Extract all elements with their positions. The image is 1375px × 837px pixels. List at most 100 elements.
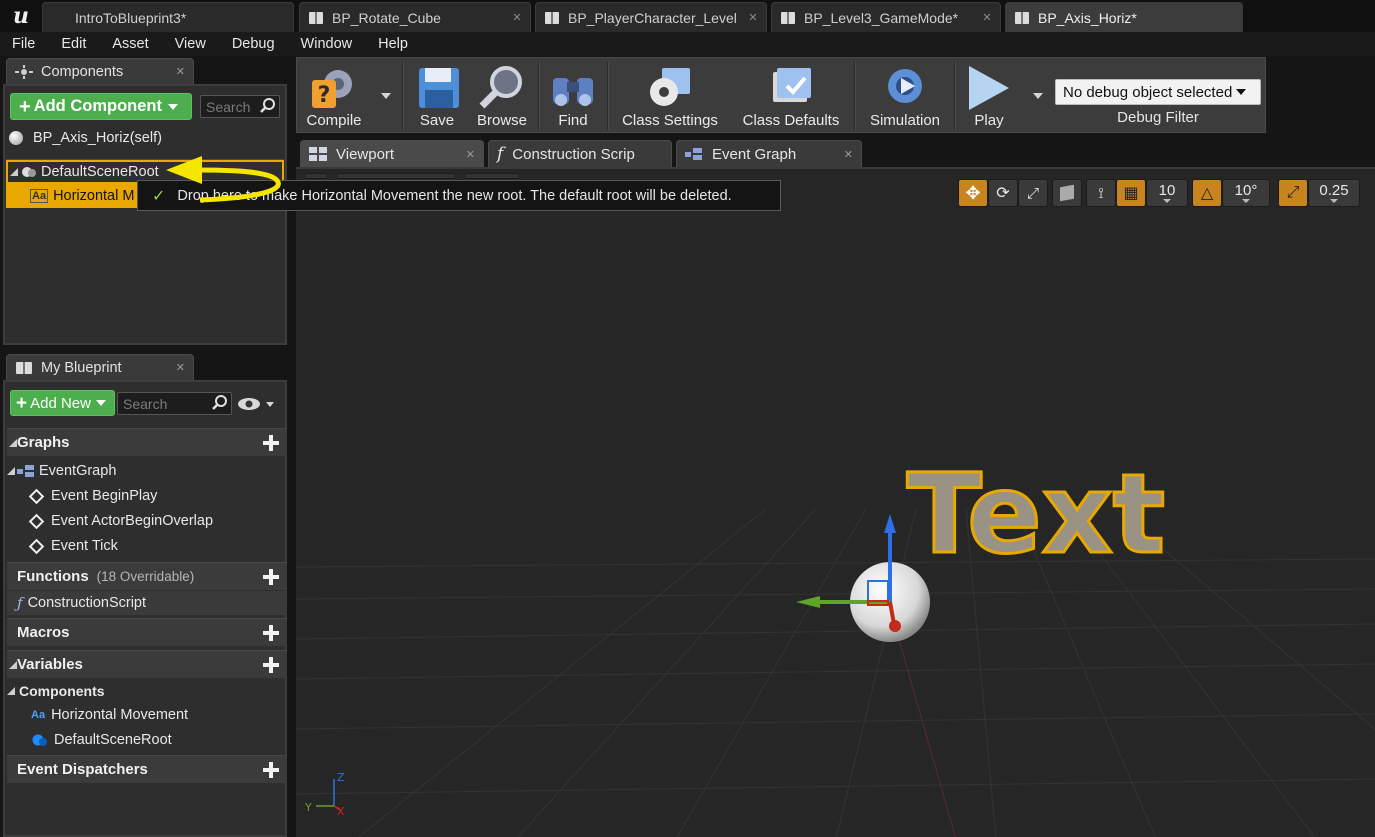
function-icon: ƒ: [17, 594, 23, 612]
scale-mode-button[interactable]: ⤢: [1018, 179, 1048, 207]
grid-snap-toggle[interactable]: ▦: [1116, 179, 1146, 207]
close-icon[interactable]: ✕: [744, 11, 762, 24]
menu-edit[interactable]: Edit: [48, 36, 99, 52]
grid-snap-value[interactable]: 10: [1146, 179, 1188, 207]
doc-tab-bp-level3-gamemode[interactable]: BP_Level3_GameMode* ✕: [771, 2, 1001, 32]
surface-snap-button[interactable]: ⟟: [1086, 179, 1116, 207]
close-icon[interactable]: ✕: [978, 11, 996, 24]
close-icon[interactable]: ✕: [176, 361, 185, 374]
blueprint-book-icon: [308, 11, 324, 25]
add-new-button[interactable]: + Add New: [10, 390, 115, 416]
tab-viewport[interactable]: Viewport ✕: [300, 140, 484, 167]
menu-asset[interactable]: Asset: [99, 36, 161, 52]
compile-options-chevron-icon[interactable]: [381, 93, 391, 99]
unreal-logo-icon[interactable]: u: [6, 2, 36, 30]
self-row[interactable]: BP_Axis_Horiz(self): [9, 126, 162, 150]
construction-script-row[interactable]: ƒ ConstructionScript: [7, 591, 287, 615]
text-render-icon: Aa: [30, 189, 49, 203]
menu-file[interactable]: File: [0, 36, 48, 52]
close-icon[interactable]: ✕: [508, 11, 526, 24]
find-label: Find: [558, 112, 588, 129]
tab-my-blueprint[interactable]: My Blueprint ✕: [6, 354, 194, 380]
event-dispatchers-label: Event Dispatchers: [17, 761, 148, 778]
close-icon[interactable]: ✕: [844, 148, 853, 161]
class-defaults-button[interactable]: Class Defaults: [735, 58, 847, 134]
add-graph-plus-icon[interactable]: [261, 433, 281, 453]
rotation-snap-value[interactable]: 10°: [1222, 179, 1270, 207]
menu-help[interactable]: Help: [365, 36, 421, 52]
variable-item[interactable]: DefaultSceneRoot: [31, 728, 172, 752]
debug-object-select[interactable]: No debug object selected: [1055, 79, 1261, 105]
event-dispatchers-section-header[interactable]: Event Dispatchers: [7, 755, 287, 783]
variables-section-header[interactable]: Variables: [7, 650, 287, 678]
tab-event-graph[interactable]: Event Graph ✕: [676, 140, 862, 167]
my-blueprint-search-input[interactable]: Search: [117, 392, 232, 415]
event-item[interactable]: Event BeginPlay: [28, 484, 157, 508]
components-search-input[interactable]: Search: [200, 95, 280, 118]
close-icon[interactable]: ✕: [466, 148, 475, 161]
compile-label: Compile: [306, 112, 362, 129]
macros-section-header[interactable]: Macros: [7, 618, 287, 646]
annotation-arrow-icon: [166, 156, 281, 203]
graphs-section-header[interactable]: Graphs: [7, 428, 287, 456]
simulation-button[interactable]: Simulation: [861, 58, 949, 134]
scale-snap-toggle[interactable]: ⤢: [1278, 179, 1308, 207]
tab-components[interactable]: Components ✕: [6, 58, 194, 84]
components-category-row[interactable]: Components: [7, 679, 105, 703]
compile-button[interactable]: ? Compile: [301, 58, 367, 134]
event-item[interactable]: Event ActorBeginOverlap: [28, 509, 213, 533]
scale-snap-value[interactable]: 0.25: [1308, 179, 1360, 207]
variable-item[interactable]: Aa Horizontal Movement: [31, 703, 188, 727]
simulation-gear-play-icon: [879, 64, 931, 112]
find-button[interactable]: Find: [543, 58, 603, 134]
play-button[interactable]: Play: [959, 58, 1019, 134]
class-defaults-checklist-icon: [765, 64, 817, 112]
add-macro-plus-icon[interactable]: [261, 623, 281, 643]
svg-text:?: ?: [318, 83, 331, 108]
rotate-mode-button[interactable]: ⟳: [988, 179, 1018, 207]
translate-mode-button[interactable]: ✥: [958, 179, 988, 207]
compile-gear-question-icon: ?: [308, 64, 360, 112]
doc-tab-introtoblueprint3[interactable]: IntroToBlueprint3*: [42, 2, 294, 32]
viewport-tab-label: Viewport: [336, 145, 395, 163]
doc-tab-label: IntroToBlueprint3*: [75, 9, 187, 26]
menu-window[interactable]: Window: [288, 36, 366, 52]
doc-tab-bp-rotate-cube[interactable]: BP_Rotate_Cube ✕: [299, 2, 531, 32]
scene-root-icon: [20, 165, 38, 179]
chevron-down-icon: [1163, 199, 1171, 203]
construction-tab-label: Construction Scrip: [512, 145, 635, 163]
viewport-perspective-button[interactable]: [336, 173, 456, 179]
viewport-canvas[interactable]: Text Z Y X ✥ ⟳ ⤢ ⟟ ▦ 10 △ 10° ⤢ 0.25: [296, 167, 1375, 837]
event-graph-row[interactable]: EventGraph: [7, 459, 116, 483]
add-component-button[interactable]: + Add Component: [10, 93, 192, 120]
save-button[interactable]: Save: [409, 58, 465, 134]
scale-snap-label: 0.25: [1319, 181, 1349, 199]
menu-view[interactable]: View: [162, 36, 219, 52]
close-icon[interactable]: ✕: [176, 65, 185, 78]
class-settings-gear-icon: [644, 64, 696, 112]
browse-button[interactable]: Browse: [469, 58, 535, 134]
collapse-arrow-icon: [9, 661, 17, 669]
viewport-options-button[interactable]: [304, 173, 328, 179]
event-diamond-icon: [28, 513, 45, 529]
doc-tab-bp-playercharacter[interactable]: BP_PlayerCharacter_Level ✕: [535, 2, 767, 32]
menu-debug[interactable]: Debug: [219, 36, 288, 52]
variable-label: Horizontal Movement: [51, 707, 189, 723]
functions-overridable-label: (18 Overridable): [96, 569, 195, 584]
functions-section-header[interactable]: Functions (18 Overridable): [7, 562, 287, 590]
play-options-chevron-icon[interactable]: [1033, 93, 1043, 99]
save-disk-icon: [413, 64, 465, 112]
add-function-plus-icon[interactable]: [261, 567, 281, 587]
event-item[interactable]: Event Tick: [28, 534, 118, 558]
coordinate-system-button[interactable]: [1052, 179, 1082, 207]
rotation-snap-toggle[interactable]: △: [1192, 179, 1222, 207]
toolbar-separator: [854, 62, 856, 130]
class-settings-button[interactable]: Class Settings: [615, 58, 725, 134]
add-dispatcher-plus-icon[interactable]: [261, 760, 281, 780]
tab-construction-script[interactable]: f Construction Scrip: [488, 140, 672, 167]
event-diamond-icon: [28, 538, 45, 554]
add-variable-plus-icon[interactable]: [261, 655, 281, 675]
doc-tab-bp-axis-horiz[interactable]: BP_Axis_Horiz*: [1005, 2, 1243, 32]
viewport-lit-button[interactable]: [464, 173, 520, 179]
visibility-eye-icon[interactable]: [236, 394, 282, 414]
